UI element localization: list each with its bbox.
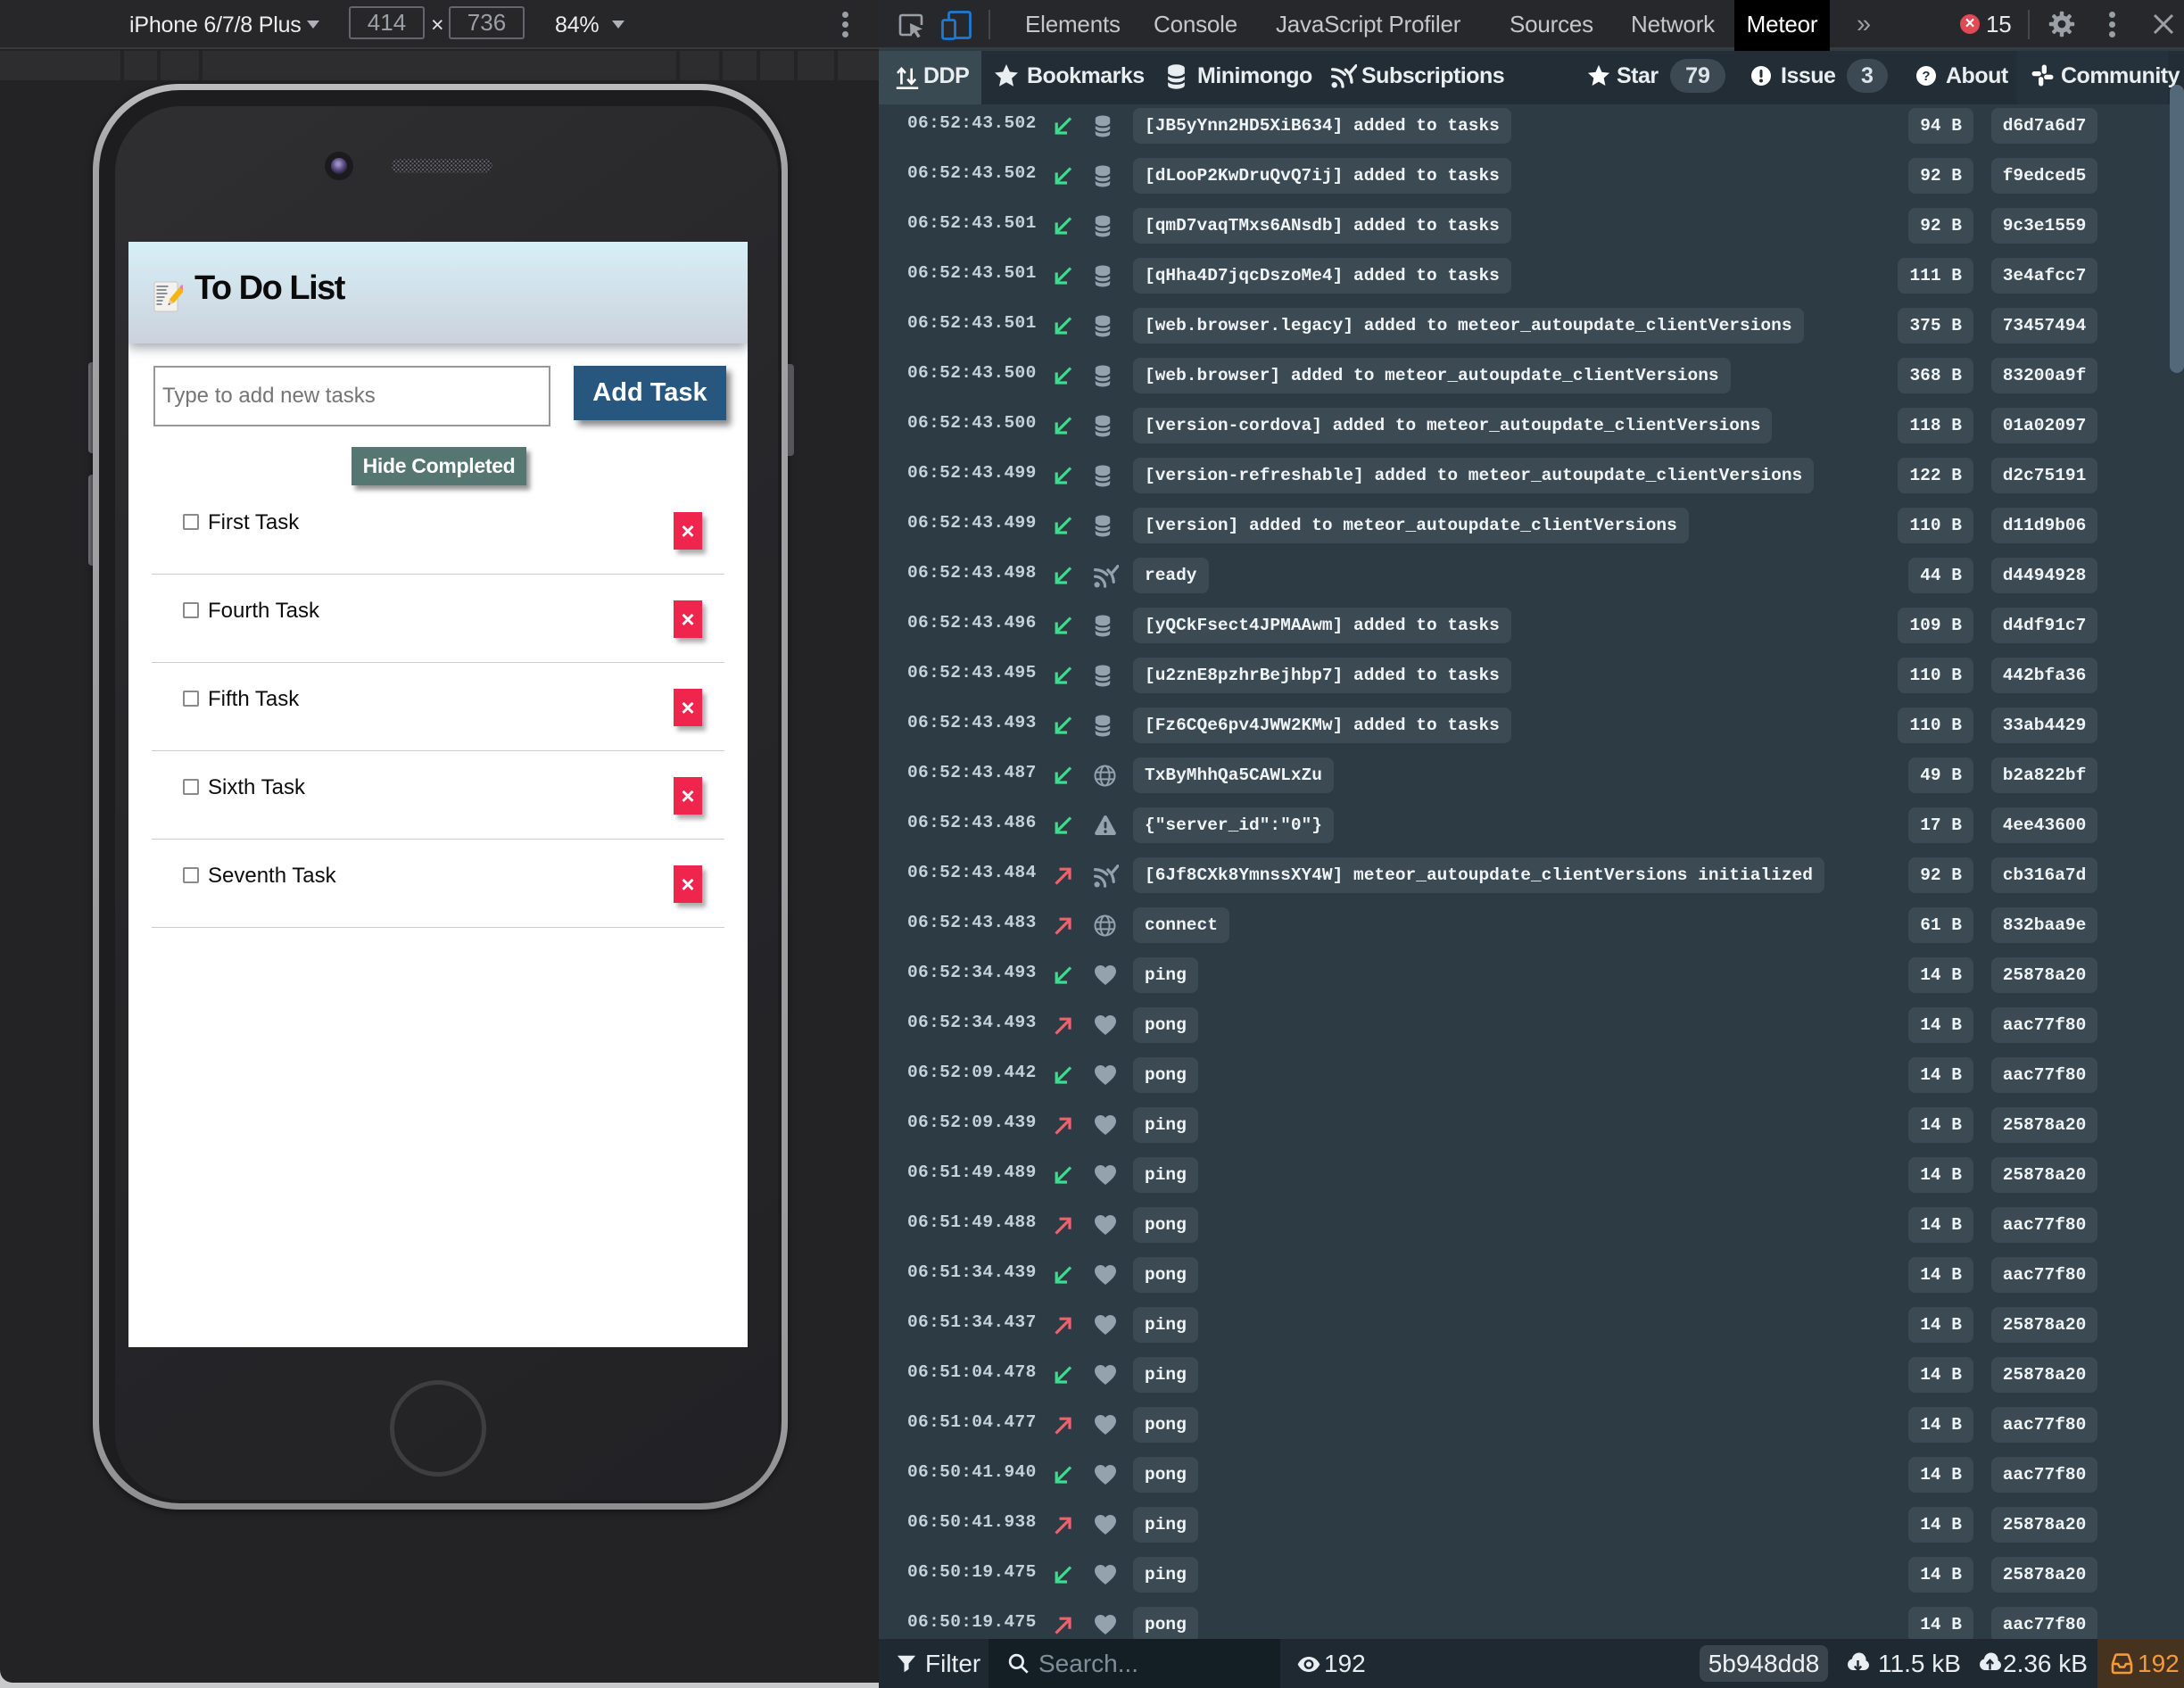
svg-text:?: ? [1922, 69, 1930, 84]
